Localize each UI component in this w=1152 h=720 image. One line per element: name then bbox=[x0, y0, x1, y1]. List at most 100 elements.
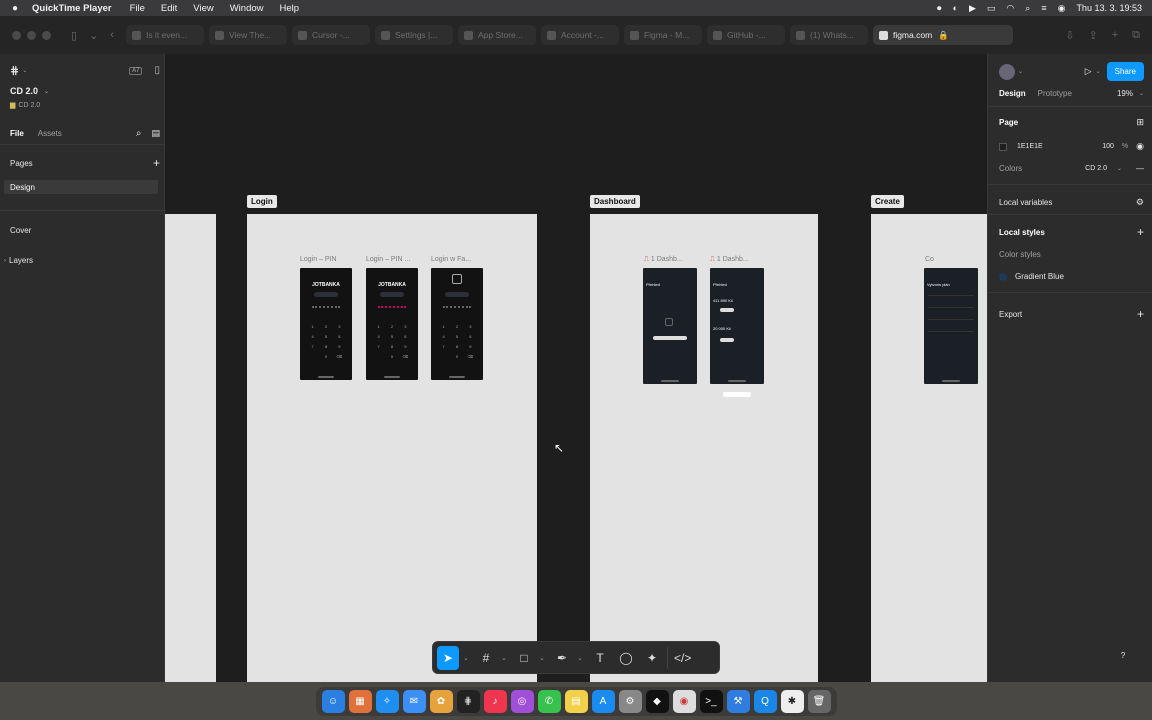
share-icon[interactable]: ⇪ bbox=[1088, 29, 1097, 42]
chevron-down-icon[interactable]: ⌄ bbox=[22, 67, 27, 74]
screen-login-pin[interactable]: JOTBANKA 1 2 3 4 5 6 7 8 9 0 ⌫ bbox=[300, 268, 352, 380]
rectangle-tool[interactable]: □ bbox=[513, 646, 535, 670]
control-center-icon[interactable]: ≡ bbox=[1041, 3, 1046, 13]
search-icon[interactable]: ⌕ bbox=[136, 128, 142, 139]
frame-create[interactable]: Co Vytvoris plán bbox=[871, 214, 987, 682]
download-icon[interactable]: ⇩ bbox=[1065, 29, 1074, 42]
zoom-level[interactable]: 19% bbox=[1117, 89, 1133, 98]
finder-icon[interactable]: ☺ bbox=[321, 689, 345, 713]
colors-select[interactable]: CD 2.0 bbox=[1085, 165, 1107, 172]
messages-icon[interactable]: ✆ bbox=[537, 689, 561, 713]
new-tab-icon[interactable]: + bbox=[1112, 29, 1118, 42]
play-icon[interactable]: ▶ bbox=[969, 3, 976, 14]
chrome-icon[interactable]: ◉ bbox=[672, 689, 696, 713]
frame-login[interactable]: Login – PIN Login – PIN ... Login w Fa..… bbox=[247, 214, 537, 682]
page-background-row[interactable]: 1E1E1E 100 % ◉ bbox=[999, 141, 1144, 152]
menu-view[interactable]: View bbox=[193, 3, 213, 14]
chevron-down-icon[interactable]: ⌄ bbox=[539, 654, 547, 662]
wifi-icon[interactable]: ◠ bbox=[1006, 3, 1014, 14]
variables-icon[interactable]: ⚙ bbox=[1136, 197, 1144, 208]
sidebar-toggle-icon[interactable]: ▯ bbox=[71, 29, 77, 42]
xcode-icon[interactable]: ⚒ bbox=[726, 689, 750, 713]
cursor-icon[interactable]: ◆ bbox=[645, 689, 669, 713]
menu-window[interactable]: Window bbox=[230, 3, 264, 14]
apple-icon[interactable]: ● bbox=[12, 3, 18, 14]
music-icon[interactable]: ♪ bbox=[483, 689, 507, 713]
browser-tab[interactable]: GitHub -... bbox=[706, 25, 785, 45]
share-button[interactable]: Share bbox=[1106, 62, 1144, 81]
chevron-down-icon[interactable]: ⌄ bbox=[1096, 68, 1101, 75]
visibility-eye-icon[interactable]: ◉ bbox=[1136, 141, 1144, 152]
trash-icon[interactable]: 🗑 bbox=[807, 689, 831, 713]
chevron-down-icon[interactable]: ⌄ bbox=[89, 29, 98, 42]
frame-label-login[interactable]: Login bbox=[247, 195, 277, 208]
design-canvas[interactable]: Login Login – PIN Login – PIN ... Login … bbox=[165, 54, 987, 682]
browser-tab-active[interactable]: figma.com 🔒 bbox=[872, 25, 1013, 45]
battery-icon[interactable]: ▭ bbox=[987, 3, 996, 14]
screen-dashboard-full[interactable]: Přehled 411 890 Kč 20 000 Kč bbox=[710, 268, 764, 384]
chevron-down-icon[interactable]: ⌄ bbox=[1139, 90, 1144, 97]
chevron-down-icon[interactable]: ⌄ bbox=[501, 654, 509, 662]
screen-dashboard-empty[interactable]: Přehled bbox=[643, 268, 697, 384]
menu-edit[interactable]: Edit bbox=[161, 3, 177, 14]
menu-file[interactable]: File bbox=[130, 3, 145, 14]
browser-tab[interactable]: Settings |... bbox=[374, 25, 453, 45]
page-item-design[interactable]: Design bbox=[4, 180, 158, 194]
tab-assets[interactable]: Assets bbox=[38, 129, 62, 138]
help-button[interactable]: ? bbox=[1116, 648, 1130, 662]
remove-icon[interactable]: — bbox=[1136, 164, 1144, 173]
style-item[interactable]: Gradient Blue bbox=[999, 272, 1144, 281]
styles-icon[interactable]: ⊞ bbox=[1136, 117, 1144, 128]
zoom-window-button[interactable] bbox=[42, 30, 51, 40]
add-page-icon[interactable]: + bbox=[153, 156, 160, 170]
app-name[interactable]: QuickTime Player bbox=[32, 3, 112, 14]
screen-login-pin-2[interactable]: JOTBANKA 1 2 3 4 5 6 7 8 9 0 ⌫ bbox=[366, 268, 418, 380]
text-tool[interactable]: T bbox=[589, 646, 611, 670]
close-window-button[interactable] bbox=[12, 30, 21, 40]
panel-toggle-icon[interactable]: ▯ bbox=[154, 65, 160, 76]
app-icon[interactable]: ✱ bbox=[780, 689, 804, 713]
actions-tool[interactable]: ✦ bbox=[641, 646, 663, 670]
clock[interactable]: Thu 13. 3. 19:53 bbox=[1076, 3, 1142, 13]
present-icon[interactable]: ▷ bbox=[1085, 66, 1092, 77]
frame-partial-left[interactable] bbox=[165, 214, 216, 682]
launchpad-icon[interactable]: ▦ bbox=[348, 689, 372, 713]
add-style-icon[interactable]: + bbox=[1137, 225, 1144, 239]
siri-icon[interactable]: ◉ bbox=[1058, 3, 1066, 14]
app-store-icon[interactable]: A bbox=[591, 689, 615, 713]
back-icon[interactable]: ‹ bbox=[110, 29, 114, 41]
figma-status-icon[interactable]: ◐ bbox=[953, 3, 958, 13]
minimize-window-button[interactable] bbox=[27, 30, 36, 40]
browser-tab[interactable]: Account -... bbox=[540, 25, 619, 45]
frame-label-create[interactable]: Create bbox=[871, 195, 904, 208]
avatar[interactable] bbox=[999, 63, 1015, 80]
menu-help[interactable]: Help bbox=[280, 3, 300, 14]
terminal-icon[interactable]: >_ bbox=[699, 689, 723, 713]
chevron-down-icon[interactable]: ⌄ bbox=[1117, 165, 1122, 172]
notes-icon[interactable]: ▤ bbox=[564, 689, 588, 713]
mail-icon[interactable]: ✉ bbox=[402, 689, 426, 713]
podcasts-icon[interactable]: ◎ bbox=[510, 689, 534, 713]
page-item-cover[interactable]: Cover bbox=[10, 226, 31, 235]
library-icon[interactable]: ▤ bbox=[151, 128, 160, 139]
file-title[interactable]: CD 2.0 ⌄ bbox=[10, 86, 49, 96]
chevron-down-icon[interactable]: ⌄ bbox=[577, 654, 585, 662]
frame-tool[interactable]: # bbox=[475, 646, 497, 670]
chevron-down-icon[interactable]: ⌄ bbox=[463, 654, 471, 662]
bg-color-value[interactable]: 1E1E1E bbox=[1017, 143, 1043, 150]
pen-tool[interactable]: ✒ bbox=[551, 646, 573, 670]
record-icon[interactable]: ⏺ bbox=[937, 3, 942, 14]
browser-tab[interactable]: Cursor -... bbox=[291, 25, 370, 45]
tab-design[interactable]: Design bbox=[999, 89, 1026, 98]
browser-tab[interactable]: (1) Whats... bbox=[789, 25, 868, 45]
screen-create[interactable]: Vytvoris plán bbox=[924, 268, 978, 384]
tab-file[interactable]: File bbox=[10, 129, 24, 138]
browser-tab[interactable]: Figma - M... bbox=[623, 25, 702, 45]
color-swatch[interactable] bbox=[999, 142, 1007, 151]
browser-tab[interactable]: Is it even... bbox=[125, 25, 204, 45]
version-badge[interactable]: A7 bbox=[129, 66, 143, 75]
comment-tool[interactable]: ◯ bbox=[615, 646, 637, 670]
browser-tab[interactable]: App Store... bbox=[457, 25, 536, 45]
local-variables-row[interactable]: Local variables ⚙ bbox=[999, 197, 1144, 208]
frame-dashboard[interactable]: ⎍ 1 Dashb... ⎍ 1 Dashb... Přehled Přehle… bbox=[590, 214, 818, 682]
